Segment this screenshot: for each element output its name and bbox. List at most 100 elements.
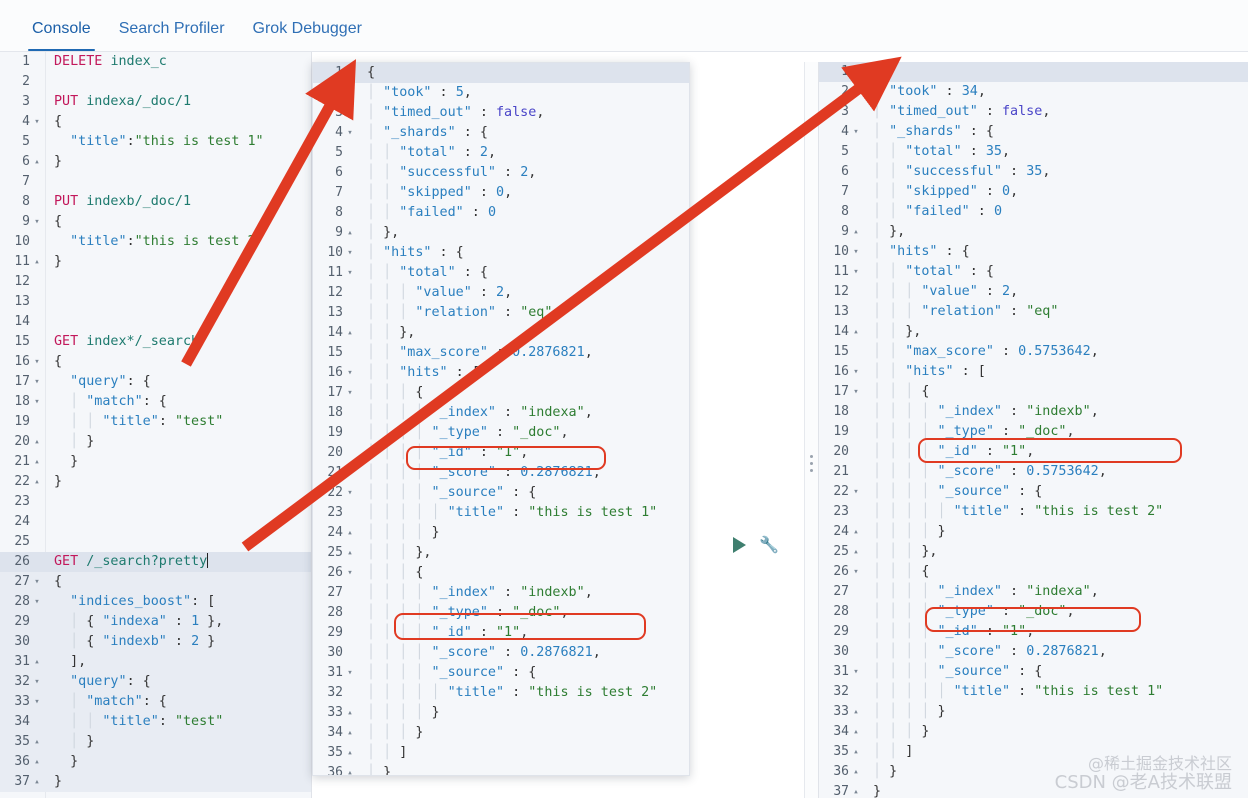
code-line: 6 │ │ "successful" : 35, (819, 162, 1248, 182)
fold-toggle-icon: ▾ (34, 117, 40, 127)
line-number: 29 (327, 625, 343, 640)
code-line: 33 ▴ │ │ │ │ } (313, 703, 689, 723)
vertical-drag-handle[interactable] (805, 455, 817, 472)
code-line[interactable]: 16 ▾ { (0, 352, 311, 372)
tab-search-profiler[interactable]: Search Profiler (105, 21, 239, 51)
code-line[interactable]: 28 ▾ "indices_boost": [ (0, 592, 311, 612)
fold-toggle-icon: ▴ (34, 437, 40, 447)
code-text: │ "_shards" : { (873, 124, 994, 139)
request-editor-rows[interactable]: 1 DELETE index_c 2 3 PUT indexa/_doc/1 4 ▾{5 "… (0, 52, 311, 792)
code-line: 35 ▴ │ │ ] (819, 742, 1248, 762)
code-text: DELETE index_c (54, 54, 167, 69)
code-line: 11 ▾ │ │ "total" : { (819, 262, 1248, 282)
code-text: │ │ │ { (367, 565, 424, 580)
line-number: 3 (22, 94, 30, 109)
line-number: 22 ▾ (833, 484, 859, 499)
code-text: } (54, 754, 79, 769)
code-line[interactable]: 10 "title":"this is test 2" (0, 232, 311, 252)
code-line[interactable]: 23 (0, 492, 311, 512)
first-response-panel[interactable]: 1 ▾ {2 │ "took" : 5, 3 │ "timed_out" : false,… (312, 62, 690, 776)
code-text: │ │ │ │ "_index" : "indexa", (873, 584, 1099, 599)
line-number: 19 (14, 414, 30, 429)
fold-toggle-icon: ▴ (347, 548, 353, 558)
code-line[interactable]: 7 (0, 172, 311, 192)
code-line[interactable]: 25 (0, 532, 311, 552)
code-text: │ │ │ │ } (873, 524, 946, 539)
fold-toggle-icon: ▴ (34, 457, 40, 467)
code-text: │ │ │ │ "_score" : 0.5753642, (873, 464, 1107, 479)
code-text: │ │ "skipped" : 0, (873, 184, 1019, 199)
code-text: │ │ │ │ "_type" : "_doc", (367, 605, 569, 620)
fold-toggle-icon: ▾ (34, 377, 40, 387)
line-number: 6 (335, 165, 343, 180)
code-line: 5 │ │ "total" : 35, (819, 142, 1248, 162)
line-number: 4 ▾ (335, 125, 353, 140)
code-line[interactable]: 29 │ { "indexa" : 1 }, (0, 612, 311, 632)
code-line[interactable]: 30 │ { "indexb" : 2 } (0, 632, 311, 652)
code-text: │ │ │ "relation" : "eq" (873, 304, 1059, 319)
code-line[interactable]: 26 GET /_search?pretty (0, 552, 311, 572)
code-line[interactable]: 8 PUT indexb/_doc/1 (0, 192, 311, 212)
code-line[interactable]: 37 ▴} (0, 772, 311, 792)
code-text: │ │ │ │ } (873, 704, 946, 719)
code-line[interactable]: 35 ▴ │ } (0, 732, 311, 752)
code-line: 4 ▾ │ "_shards" : { (819, 122, 1248, 142)
line-number: 11 ▴ (14, 254, 40, 269)
code-line[interactable]: 6 ▴} (0, 152, 311, 172)
code-line[interactable]: 32 ▾ "query": { (0, 672, 311, 692)
line-number: 20 ▴ (14, 434, 40, 449)
code-line[interactable]: 18 ▾ │ "match": { (0, 392, 311, 412)
request-editor[interactable]: 1 DELETE index_c 2 3 PUT indexa/_doc/1 4 ▾{5 "… (0, 52, 312, 798)
play-triangle-icon[interactable] (733, 537, 746, 553)
line-number: 9 ▴ (841, 224, 859, 239)
line-number: 18 (327, 405, 343, 420)
code-line[interactable]: 21 ▴ } (0, 452, 311, 472)
code-line[interactable]: 9 ▾ { (0, 212, 311, 232)
line-number: 15 (327, 345, 343, 360)
code-line[interactable]: 12 (0, 272, 311, 292)
code-line[interactable]: 22 ▴} (0, 472, 311, 492)
line-number: 34 ▴ (833, 724, 859, 739)
line-number: 9 ▾ (22, 214, 40, 229)
line-number: 17 ▾ (833, 384, 859, 399)
code-line[interactable]: 31 ▴ ], (0, 652, 311, 672)
code-line[interactable]: 33 ▾ │ "match": { (0, 692, 311, 712)
second-response-panel[interactable]: 1 ▾ {2 │ "took" : 34, 3 │ "timed_out" : false… (818, 62, 1248, 798)
code-line[interactable]: 20 ▴ │ } (0, 432, 311, 452)
fold-toggle-icon: ▾ (853, 667, 859, 677)
panel-splitter[interactable] (804, 62, 818, 798)
code-line: 1 ▾ { (313, 63, 689, 83)
line-number: 12 (14, 274, 30, 289)
code-line[interactable]: 27 ▾ { (0, 572, 311, 592)
fold-toggle-icon: ▾ (853, 367, 859, 377)
code-line: 21 │ │ │ │ "_score" : 0.2876821, (313, 463, 689, 483)
code-line[interactable]: 13 (0, 292, 311, 312)
code-line[interactable]: 1 DELETE index_c (0, 52, 311, 72)
code-text: │ "_shards" : { (367, 125, 488, 140)
code-line[interactable]: 2 (0, 72, 311, 92)
code-line[interactable]: 36 ▴ } (0, 752, 311, 772)
code-text: │ │ "failed" : 0 (873, 204, 1002, 219)
code-line[interactable]: 11 ▴} (0, 252, 311, 272)
tab-grok-debugger[interactable]: Grok Debugger (239, 21, 376, 51)
code-line[interactable]: 14 (0, 312, 311, 332)
tab-console[interactable]: Console (18, 21, 105, 51)
code-text: │ │ │ │ "_source" : { (367, 665, 537, 680)
code-line[interactable]: 4 ▾ { (0, 112, 311, 132)
code-line[interactable]: 5 "title":"this is test 1" (0, 132, 311, 152)
fold-toggle-icon: ▾ (34, 357, 40, 367)
code-line[interactable]: 15 GET index*/_search (0, 332, 311, 352)
line-number: 27 (833, 584, 849, 599)
code-line[interactable]: 3 PUT indexa/_doc/1 (0, 92, 311, 112)
request-action-bar[interactable]: 🔧 (733, 534, 801, 556)
fold-toggle-icon: ▴ (853, 547, 859, 557)
code-line[interactable]: 17 ▾ "query": { (0, 372, 311, 392)
code-line[interactable]: 34 │ │ "title": "test" (0, 712, 311, 732)
code-line: 8 │ │ "failed" : 0 (313, 203, 689, 223)
code-line[interactable]: 19 │ │ "title": "test" (0, 412, 311, 432)
code-line[interactable]: 24 (0, 512, 311, 532)
code-line: 19 │ │ │ │ "_type" : "_doc", (313, 423, 689, 443)
fold-toggle-icon: ▴ (34, 157, 40, 167)
code-text: │ │ │ │ "_id" : "1", (367, 445, 529, 460)
wrench-icon[interactable]: 🔧 (759, 535, 779, 555)
